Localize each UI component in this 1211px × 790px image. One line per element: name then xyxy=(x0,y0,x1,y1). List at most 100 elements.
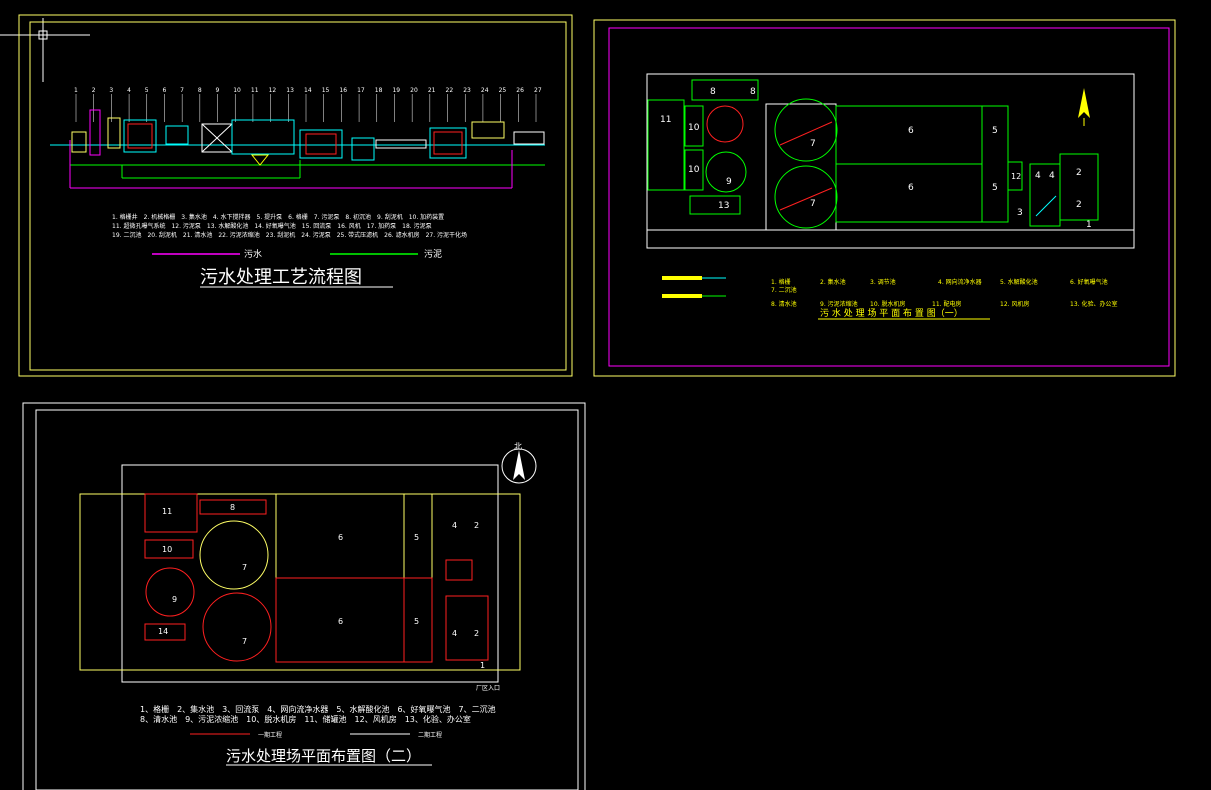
svg-text:1: 1 xyxy=(1086,220,1092,230)
process-number-label: 13 xyxy=(286,87,294,94)
process-number-label: 12 xyxy=(269,87,277,94)
drawing-process-flow[interactable]: 1 2 3 4 5 6 7 8 9 10 11 12 13 14 15 16 17 18 19 20 21 22 23 24 2… xyxy=(18,14,573,377)
svg-text:6: 6 xyxy=(338,617,343,626)
svg-text:北: 北 xyxy=(514,442,522,451)
sheet-outer-frame xyxy=(22,402,586,790)
svg-text:一期工程: 一期工程 xyxy=(258,731,282,739)
svg-text:2: 2 xyxy=(474,521,479,530)
svg-text:5: 5 xyxy=(992,126,998,136)
process-number-label: 16 xyxy=(339,87,347,94)
process-number-label: 15 xyxy=(322,87,330,94)
plan-line-legend xyxy=(662,276,726,298)
drawing-title: 污水处理场平面布置图（二） xyxy=(226,747,421,765)
svg-text:2: 2 xyxy=(1076,168,1082,178)
sheet-outer-frame xyxy=(18,14,573,377)
svg-text:4: 4 xyxy=(1049,171,1055,181)
svg-text:8: 8 xyxy=(230,503,235,512)
svg-text:7: 7 xyxy=(242,637,247,646)
process-number-label: 4 xyxy=(127,87,131,94)
north-arrow-icon: 北 xyxy=(501,442,537,484)
process-number-label: 6 xyxy=(162,87,166,94)
process-number-label: 26 xyxy=(516,87,524,94)
svg-text:5: 5 xyxy=(992,183,998,193)
drawing-title: 污水处理工艺流程图 xyxy=(200,267,362,288)
svg-text:11: 11 xyxy=(660,115,671,125)
svg-text:7: 7 xyxy=(810,139,816,149)
process-number-label: 2 xyxy=(92,87,96,94)
svg-text:1. 格栅: 1. 格栅 xyxy=(771,278,791,286)
svg-text:7: 7 xyxy=(810,199,816,209)
plan-structures xyxy=(647,79,1099,231)
drawing-title: 污 水 处 理 场 平 面 布 置 图（一） xyxy=(820,307,963,319)
process-number-label: 17 xyxy=(357,87,365,94)
svg-text:4: 4 xyxy=(1035,171,1041,181)
svg-text:厂区入口: 厂区入口 xyxy=(476,685,500,692)
svg-text:3: 3 xyxy=(1017,208,1023,218)
process-number-label: 9 xyxy=(216,87,220,94)
drawing-layout-plan-2[interactable]: 北 11 10 9 14 8 7 7 6 6 5 5 4 2 4 2 1 厂区入… xyxy=(22,402,586,790)
drawing-layout-plan-1[interactable]: 8 8 11 10 10 9 13 7 7 6 6 5 5 12 4 4 2 2… xyxy=(593,19,1176,377)
svg-text:12: 12 xyxy=(1011,172,1021,181)
process-number-label: 22 xyxy=(446,87,454,94)
process-number-label: 7 xyxy=(180,87,184,94)
svg-text:4: 4 xyxy=(452,629,457,638)
process-number-label: 5 xyxy=(145,87,149,94)
plan-legend: 1. 格栅 2. 集水池 3. 调节池 4. 网向流净水器 5. 水解酸化池 6… xyxy=(771,278,1117,308)
svg-text:1、格栅 2、集水池 3、回流泵 4、网向流净水器 5、水解: 1、格栅 2、集水池 3、回流泵 4、网向流净水器 5、水解酸化池 6、好氧曝气… xyxy=(140,704,496,714)
svg-text:5: 5 xyxy=(414,533,419,542)
legend-row-1: 1. 格栅井 2. 机械格栅 3. 集水池 4. 水下搅拌器 5. 提升泵 6.… xyxy=(112,213,444,221)
process-number-label: 1 xyxy=(74,87,78,94)
svg-text:11: 11 xyxy=(162,507,172,516)
process-number-label: 19 xyxy=(392,87,400,94)
svg-text:5: 5 xyxy=(414,617,419,626)
plan2-legend: 1、格栅 2、集水池 3、回流泵 4、网向流净水器 5、水解酸化池 6、好氧曝气… xyxy=(140,704,496,739)
svg-text:二期工程: 二期工程 xyxy=(418,731,442,739)
svg-text:2: 2 xyxy=(474,629,479,638)
plan2-structures xyxy=(79,464,521,683)
svg-text:10: 10 xyxy=(162,545,172,554)
svg-text:6. 好氧曝气池: 6. 好氧曝气池 xyxy=(1070,278,1108,286)
process-number-label: 11 xyxy=(251,87,259,94)
legend-row-2: 11. 超微孔曝气系统 12. 污泥泵 13. 水解酸化池 14. 好氧曝气池 … xyxy=(112,222,432,230)
sheet-inner-frame xyxy=(35,409,579,790)
svg-text:10. 脱水机房: 10. 脱水机房 xyxy=(870,300,905,308)
svg-text:4: 4 xyxy=(452,521,457,530)
svg-text:9: 9 xyxy=(172,595,177,604)
cad-drawing-canvas[interactable]: 1 2 3 4 5 6 7 8 9 10 11 12 13 14 15 16 17 18 19 20 21 22 23 24 2… xyxy=(0,0,1211,790)
north-arrow-icon xyxy=(1078,88,1090,126)
svg-text:6: 6 xyxy=(338,533,343,542)
svg-text:11. 配电房: 11. 配电房 xyxy=(932,300,961,308)
legend-sludge-label: 污泥 xyxy=(424,248,442,260)
svg-text:9. 污泥浓缩池: 9. 污泥浓缩池 xyxy=(820,300,858,308)
svg-text:13: 13 xyxy=(718,201,729,211)
line-type-legend: 污水 污泥 xyxy=(152,248,442,260)
svg-text:5. 水解酸化池: 5. 水解酸化池 xyxy=(1000,278,1038,286)
svg-text:8. 清水池: 8. 清水池 xyxy=(771,300,797,308)
crosshair-cursor-icon xyxy=(0,18,90,82)
process-legend: 1. 格栅井 2. 机械格栅 3. 集水池 4. 水下搅拌器 5. 提升泵 6.… xyxy=(112,213,467,239)
svg-text:8: 8 xyxy=(710,87,716,97)
svg-text:10: 10 xyxy=(688,123,700,133)
process-equipment xyxy=(71,109,545,166)
svg-text:8、清水池 9、污泥浓缩池 10、脱水机房 11、储罐池 1: 8、清水池 9、污泥浓缩池 10、脱水机房 11、储罐池 12、风机房 13、化… xyxy=(140,714,471,724)
process-number-labels: 1 2 3 4 5 6 7 8 9 10 11 12 13 14 15 16 17 18 19 20 21 22 23 24 2… xyxy=(74,87,542,122)
plan-tank-labels: 8 8 11 10 10 9 13 7 7 6 6 5 5 12 4 4 2 2… xyxy=(660,87,1092,230)
process-number-label: 18 xyxy=(375,87,383,94)
svg-text:10: 10 xyxy=(688,165,700,175)
svg-text:13. 化验、办公室: 13. 化验、办公室 xyxy=(1070,300,1117,308)
svg-text:2: 2 xyxy=(1076,200,1082,210)
process-number-label: 21 xyxy=(428,87,436,94)
svg-text:6: 6 xyxy=(908,183,914,193)
svg-text:7. 二沉池: 7. 二沉池 xyxy=(771,286,797,294)
svg-text:9: 9 xyxy=(726,177,732,187)
svg-text:12. 风机房: 12. 风机房 xyxy=(1000,300,1029,308)
process-number-label: 20 xyxy=(410,87,418,94)
svg-text:7: 7 xyxy=(242,563,247,572)
legend-sewage-label: 污水 xyxy=(244,248,262,260)
sheet-outer-frame xyxy=(593,19,1176,377)
process-number-label: 8 xyxy=(198,87,202,94)
svg-text:3. 调节池: 3. 调节池 xyxy=(870,278,896,286)
process-number-label: 10 xyxy=(233,87,241,94)
process-number-label: 25 xyxy=(499,87,507,94)
process-number-label: 3 xyxy=(109,87,113,94)
